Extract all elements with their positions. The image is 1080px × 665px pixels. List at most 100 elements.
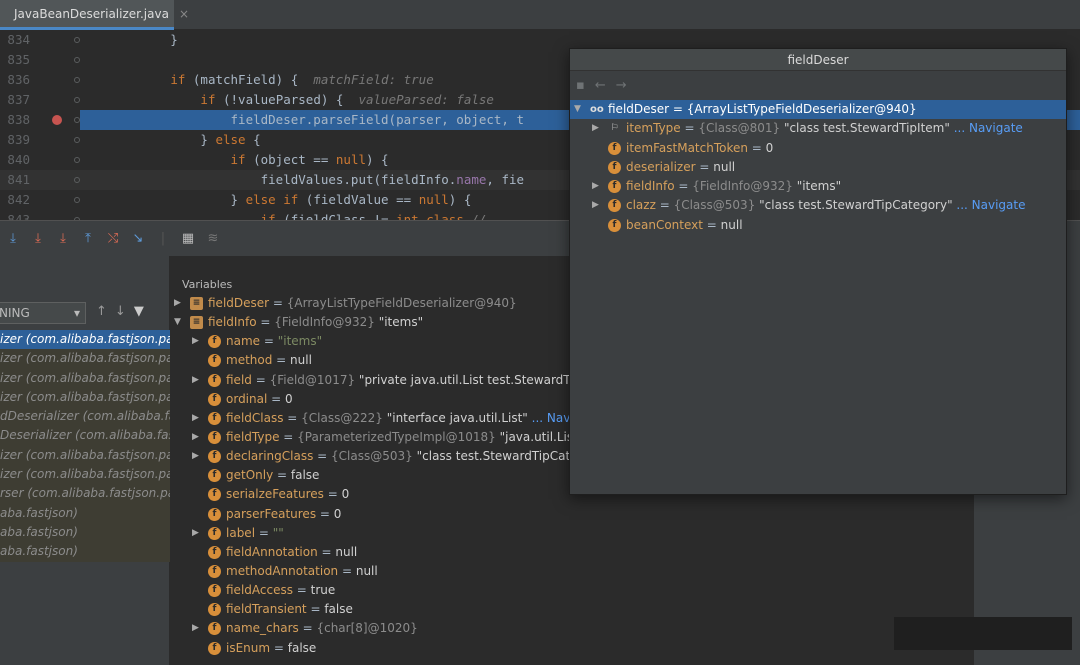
variable-row[interactable]: ▶ f fieldInfo = {FieldInfo@932} "items" (570, 177, 1066, 196)
variable-name: name_chars (226, 621, 299, 636)
code-text: if (fieldClass != int.class // (80, 210, 487, 220)
step-over-icon[interactable]: ⤓ (2, 228, 24, 250)
step-out-icon[interactable]: ⤒ (77, 228, 99, 250)
trace-icon[interactable]: ≋ (202, 228, 224, 250)
evaluate-expression-icon[interactable]: ▦ (177, 228, 199, 250)
variable-row[interactable]: f itemFastMatchToken = 0 (570, 139, 1066, 158)
field-icon: f (208, 450, 221, 464)
variable-operator: = (272, 353, 291, 368)
variables-title: Variables (182, 278, 233, 291)
code-token: (matchField) { (185, 72, 314, 87)
variable-row[interactable]: f fieldTransient = false (170, 600, 973, 619)
variable-name: methodAnnotation (226, 563, 339, 578)
variable-row[interactable]: ▶ f label = "" (170, 524, 973, 543)
field-icon: f (208, 603, 221, 617)
stack-frame[interactable]: izer (com.alibaba.fastjson.pa (0, 465, 170, 485)
variable-type: {Field@1017} (269, 372, 356, 387)
arrow-up-icon[interactable]: ↑ (96, 304, 107, 319)
variable-row[interactable]: ▶ ⚐ itemType = {Class@801} "class test.Ste… (570, 119, 1066, 138)
variable-name: fieldInfo (626, 179, 675, 194)
code-text: fieldValues.put(fieldInfo.name, fie (80, 170, 524, 190)
variable-text: itemType = {Class@801} "class test.Stewa… (626, 119, 1023, 138)
expand-arrow-icon[interactable]: ▶ (192, 524, 199, 543)
variable-row[interactable]: f isEnum = false (170, 639, 973, 658)
editor-tab-bar: JavaBeanDeserializer.java × (0, 0, 1080, 30)
stack-frame[interactable]: aba.fastjson) (0, 542, 170, 562)
collapse-arrow-icon[interactable]: ▼ (574, 100, 581, 119)
arrow-down-icon[interactable]: ↓ (115, 304, 126, 319)
expand-arrow-icon[interactable]: ▶ (174, 294, 181, 313)
variable-row[interactable]: f beanContext = null (570, 216, 1066, 235)
breakpoint-icon[interactable] (52, 115, 62, 125)
editor-tab[interactable]: JavaBeanDeserializer.java × (0, 0, 189, 30)
stack-frame[interactable]: izer (com.alibaba.fastjson.pa (0, 387, 170, 408)
variable-row[interactable]: ▶ f name_chars = {char[8]@1020} (170, 619, 973, 638)
field-icon: f (608, 218, 621, 232)
code-line[interactable]: 834 } (0, 30, 1080, 50)
watch-glasses-icon: oo (590, 104, 604, 115)
variable-value: false (287, 640, 317, 655)
expand-arrow-icon[interactable]: ▶ (192, 619, 199, 638)
code-token: (fieldValue == (298, 192, 419, 207)
stack-frame[interactable]: rser (com.alibaba.fastjson.pa (0, 484, 170, 504)
variable-operator: = (655, 198, 674, 213)
variable-name: deserializer (626, 159, 696, 174)
fold-marker-icon[interactable] (74, 57, 80, 63)
variable-operator: = (313, 449, 332, 464)
variable-value: 0 (341, 487, 350, 502)
field-icon: f (208, 411, 221, 425)
code-text: } else if (fieldValue == null) { (80, 190, 472, 210)
stack-frame[interactable]: Deserializer (com.alibaba.fas (0, 426, 170, 446)
variable-value: false (290, 468, 320, 483)
frame-list: izer (com.alibaba.fastjson.pa izer (com.a… (0, 330, 170, 562)
variable-value: null (720, 217, 743, 232)
close-tab-icon[interactable]: × (179, 7, 189, 21)
variable-value: null (335, 544, 358, 559)
expand-arrow-icon[interactable]: ▶ (192, 371, 199, 390)
filter-icon[interactable]: ▼ (134, 304, 144, 319)
variable-text: fieldInfo = {FieldInfo@932} "items" (208, 313, 423, 332)
expand-arrow-icon[interactable]: ▶ (592, 119, 599, 138)
stack-frame[interactable]: dDeserializer (com.alibaba.fa (0, 407, 170, 427)
expand-arrow-icon[interactable]: ▶ (192, 428, 199, 447)
forward-arrow-icon[interactable]: → (616, 78, 627, 93)
variable-row[interactable]: f fieldAnnotation = null (170, 543, 973, 562)
expand-arrow-icon[interactable]: ▶ (192, 332, 199, 351)
variable-row[interactable]: ▼ oo fieldDeser = {ArrayListTypeFieldDeser… (570, 100, 1066, 120)
force-step-into-icon[interactable]: ⤓ (52, 228, 74, 250)
expand-arrow-icon[interactable]: ▶ (592, 177, 599, 196)
variable-row[interactable]: f deserializer = null (570, 158, 1066, 177)
stack-frame[interactable]: aba.fastjson) (0, 503, 170, 523)
drop-frame-icon[interactable]: ⤭ (102, 228, 124, 250)
thread-selector[interactable]: NING ▾ (0, 302, 86, 324)
expand-arrow-icon[interactable]: ▶ (192, 447, 199, 466)
variable-row[interactable]: ▶ f clazz = {Class@503} "class test.Stewar… (570, 196, 1066, 215)
stack-frame[interactable]: izer (com.alibaba.fastjson.pa (0, 445, 170, 466)
code-text: if (matchField) { matchField: true (80, 70, 433, 90)
code-token: fieldValues.put(fieldInfo. (80, 172, 457, 187)
variable-row[interactable]: f methodAnnotation = null (170, 562, 973, 581)
field-icon: f (208, 507, 221, 521)
stack-frame[interactable]: izer (com.alibaba.fastjson.pa (0, 349, 170, 369)
back-arrow-icon[interactable]: ← (595, 78, 606, 93)
folder-icon[interactable]: ▪ (576, 78, 585, 93)
variable-operator: = (260, 334, 278, 349)
field-icon: f (208, 564, 221, 578)
stack-frame[interactable]: izer (com.alibaba.fastjson.pa (0, 330, 170, 350)
code-token: ) { (366, 152, 389, 167)
line-number: 835 (7, 52, 30, 67)
variable-text: fieldDeser = {ArrayListTypeFieldDeserial… (208, 294, 517, 313)
collapse-arrow-icon[interactable]: ▼ (174, 313, 181, 332)
variable-row[interactable]: f fieldAccess = true (170, 581, 973, 600)
navigate-link[interactable]: ... Navigate (953, 198, 1025, 212)
variable-row[interactable]: f parserFeatures = 0 (170, 505, 973, 524)
navigate-link[interactable]: ... Navigate (950, 121, 1023, 135)
static-field-icon: ≡ (190, 297, 203, 310)
stack-frame[interactable]: aba.fastjson) (0, 522, 170, 543)
expand-arrow-icon[interactable]: ▶ (592, 196, 599, 215)
stack-frame[interactable]: izer (com.alibaba.fastjson.pa (0, 368, 170, 388)
field-icon: f (208, 373, 221, 387)
step-into-icon[interactable]: ⤓ (27, 228, 49, 250)
expand-arrow-icon[interactable]: ▶ (192, 409, 199, 428)
run-to-cursor-icon[interactable]: ↘ (127, 228, 149, 250)
